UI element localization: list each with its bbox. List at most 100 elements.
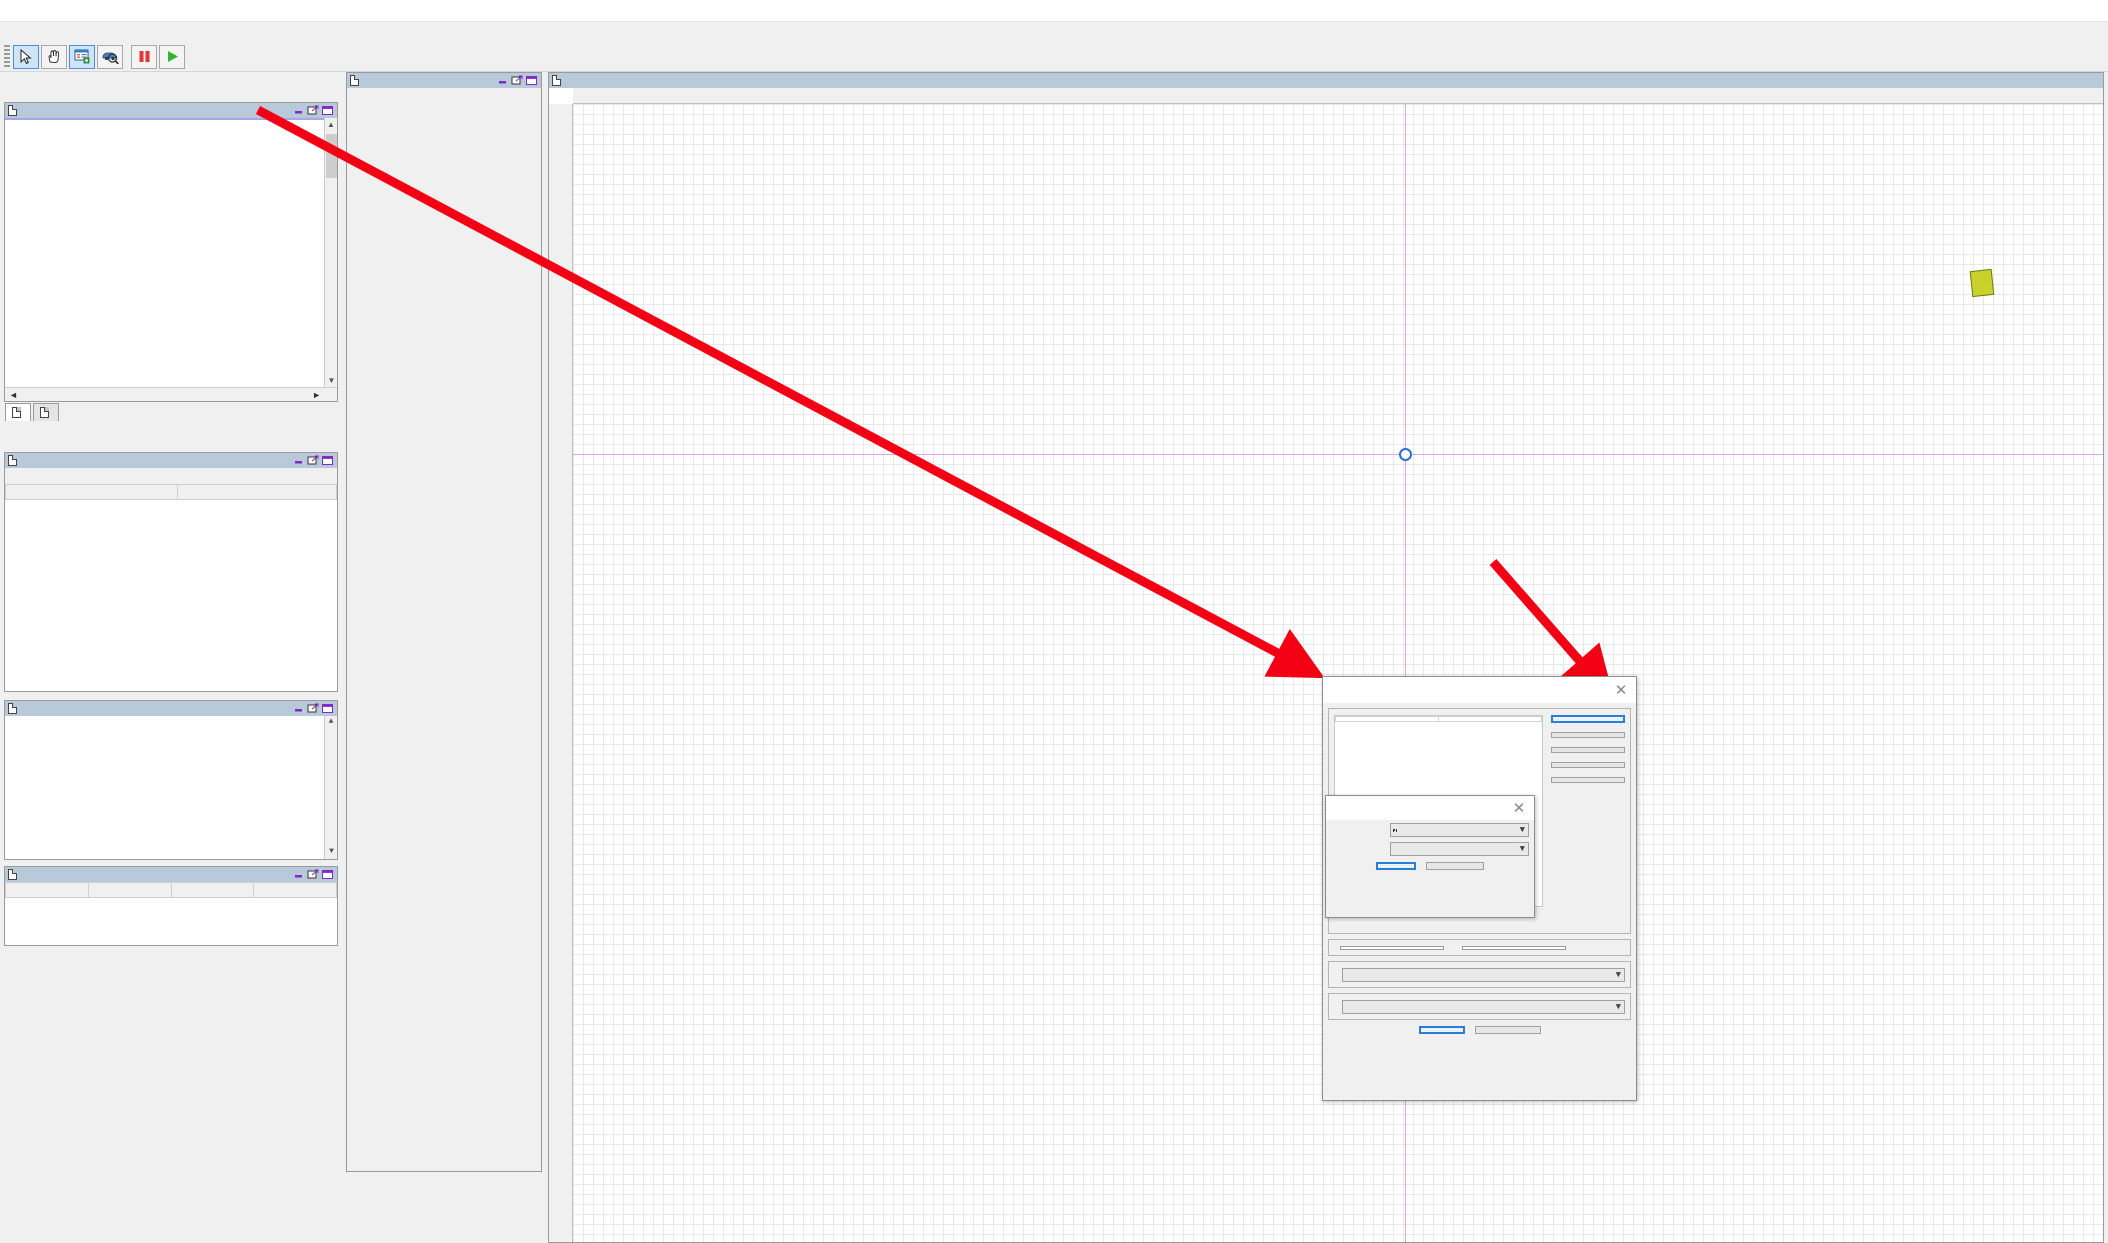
- drive-order-cancel-button[interactable]: [1426, 862, 1484, 870]
- scroll-down-arrow[interactable]: ▼: [325, 374, 337, 387]
- menu-item-actions[interactable]: [28, 31, 34, 33]
- scroll-thumb[interactable]: [326, 134, 337, 178]
- drive-orders-col-location: [1336, 717, 1439, 722]
- float-icon[interactable]: [510, 75, 524, 87]
- vehicle-select[interactable]: ▼: [1342, 1000, 1625, 1014]
- scroll-down-arrow[interactable]: ▼: [325, 846, 337, 859]
- layers-col-group-visible: [254, 883, 337, 898]
- vehicle-search-icon: [102, 49, 119, 64]
- vehicles-list[interactable]: [347, 88, 541, 1171]
- kernel-messages-panel: ▲ ▼: [4, 700, 338, 860]
- maximize-icon[interactable]: [320, 105, 334, 117]
- type-select[interactable]: ▼: [1342, 968, 1625, 982]
- chevron-down-icon: ▼: [1616, 970, 1621, 980]
- transport-dialog-footer: [1323, 1026, 1636, 1034]
- layers-body: [5, 882, 337, 945]
- drive-order-action-select[interactable]: ▼: [1390, 842, 1529, 856]
- toolbar-drag-handle[interactable]: [4, 45, 10, 69]
- close-icon[interactable]: ✕: [1610, 681, 1632, 699]
- maximize-icon[interactable]: [320, 869, 334, 881]
- float-icon[interactable]: [306, 869, 320, 881]
- properties-panel: [4, 452, 338, 692]
- minimize-icon[interactable]: [496, 75, 510, 87]
- menu-item-view[interactable]: [50, 31, 56, 33]
- menu-bar: [0, 22, 2108, 42]
- maximize-icon[interactable]: [320, 455, 334, 467]
- menu-item-help[interactable]: [72, 31, 78, 33]
- origin-marker: [1399, 448, 1412, 461]
- components-horizontal-scrollbar[interactable]: ◄ ►: [5, 387, 337, 401]
- kernel-vertical-scrollbar[interactable]: ▲ ▼: [324, 716, 337, 859]
- properties-col-value: [178, 485, 337, 500]
- float-icon[interactable]: [306, 105, 320, 117]
- close-icon[interactable]: ✕: [1508, 799, 1530, 817]
- find-vehicle-tool-button[interactable]: [97, 45, 123, 69]
- drive-orders-button-column: [1551, 715, 1625, 907]
- create-drive-order-dialog[interactable]: ✕ ▼ ▼: [1325, 795, 1535, 918]
- layers-table: [5, 882, 337, 898]
- scroll-right-arrow[interactable]: ►: [312, 390, 337, 400]
- order-form-icon: [74, 49, 91, 64]
- minimize-icon[interactable]: [292, 703, 306, 715]
- vehicles-panel: [346, 72, 542, 1172]
- deadline-date-input[interactable]: [1340, 946, 1444, 950]
- properties-col-attribute: [6, 485, 178, 500]
- transport-ok-button[interactable]: [1419, 1026, 1465, 1034]
- create-transport-order-tool-button[interactable]: [69, 45, 95, 69]
- drive-order-dialog-title-bar: ✕: [1326, 796, 1534, 820]
- minimize-icon[interactable]: [292, 869, 306, 881]
- toolbar: [0, 42, 2108, 72]
- chevron-down-icon: ▼: [1616, 1002, 1621, 1012]
- pause-all-vehicles-button[interactable]: [131, 45, 157, 69]
- scroll-up-arrow[interactable]: ▲: [325, 118, 337, 131]
- drive-orders-table: [1335, 716, 1542, 722]
- tab-components[interactable]: [5, 403, 31, 421]
- move-down-button: [1551, 777, 1625, 783]
- float-icon[interactable]: [306, 703, 320, 715]
- maximize-icon[interactable]: [320, 703, 334, 715]
- components-tab-strip: [5, 401, 61, 421]
- minimize-icon[interactable]: [292, 105, 306, 117]
- transport-dialog-title-bar: ✕: [1323, 677, 1636, 703]
- scroll-up-arrow[interactable]: ▲: [325, 716, 337, 729]
- chevron-down-icon: ▼: [1520, 825, 1525, 835]
- components-panel: ▲ ▼ ◄ ►: [4, 102, 338, 402]
- tab-doc-icon: [40, 407, 49, 418]
- layers-col-name: [88, 883, 171, 898]
- select-tool-button[interactable]: [13, 45, 39, 69]
- menu-item-file[interactable]: [6, 31, 12, 33]
- add-drive-order-button[interactable]: [1551, 715, 1625, 723]
- type-group: ▼: [1328, 961, 1631, 988]
- hand-icon: [46, 49, 62, 65]
- tab-blocks[interactable]: [33, 403, 59, 421]
- maximize-icon[interactable]: [524, 75, 538, 87]
- transport-cancel-button[interactable]: [1475, 1026, 1541, 1034]
- cursor-arrow-icon: [19, 49, 33, 65]
- delete-drive-order-button: [1551, 747, 1625, 753]
- components-vertical-scrollbar[interactable]: ▲ ▼: [324, 118, 337, 401]
- deadline-time-input[interactable]: [1462, 946, 1566, 950]
- panel-doc-icon: [8, 105, 17, 116]
- tab-doc-icon: [12, 407, 21, 418]
- origin-horizontal-axis: [573, 454, 2103, 455]
- drive-orders-col-action: [1439, 717, 1542, 722]
- course-panel-title-bar: [549, 73, 2103, 88]
- layers-col-group: [171, 883, 254, 898]
- tree-root-node[interactable]: [5, 118, 337, 120]
- drive-order-ok-button[interactable]: [1376, 862, 1416, 870]
- float-icon[interactable]: [306, 455, 320, 467]
- resume-all-vehicles-button[interactable]: [159, 45, 185, 69]
- scroll-left-arrow[interactable]: ◄: [5, 390, 18, 400]
- properties-table: [5, 484, 337, 500]
- panel-doc-icon: [350, 75, 359, 86]
- vehicle-marker-shape[interactable]: [1970, 269, 1995, 297]
- kernel-messages-log[interactable]: ▲ ▼: [5, 716, 337, 859]
- vehicle-group: ▼: [1328, 993, 1631, 1020]
- window-title-bar: [0, 0, 2108, 22]
- layers-panel: [4, 866, 338, 946]
- minimize-icon[interactable]: [292, 455, 306, 467]
- panel-doc-icon: [8, 869, 17, 880]
- pan-tool-button[interactable]: [41, 45, 67, 69]
- drive-order-location-select[interactable]: ▼: [1390, 823, 1529, 837]
- horizontal-ruler: [573, 88, 2103, 104]
